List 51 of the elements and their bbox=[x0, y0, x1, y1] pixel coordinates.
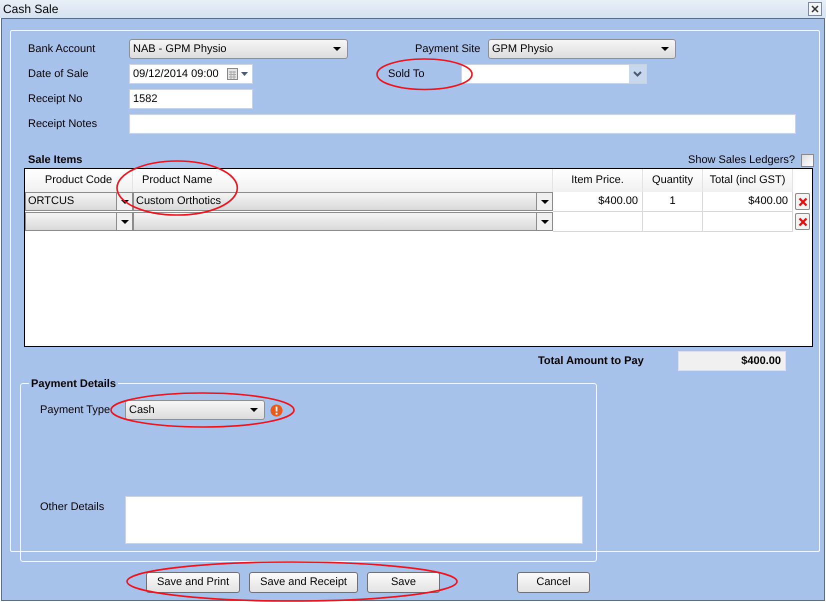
column-header[interactable]: Product Name bbox=[133, 169, 553, 192]
field-label: Receipt Notes bbox=[28, 116, 98, 132]
action-button[interactable]: Save bbox=[367, 572, 440, 593]
checkbox[interactable] bbox=[801, 154, 814, 167]
field-label: Bank Account bbox=[28, 42, 96, 57]
dropdown[interactable]: NAB - GPM Physio bbox=[129, 39, 348, 59]
field-label: Payment Type bbox=[40, 402, 112, 418]
calendar-icon[interactable] bbox=[227, 68, 249, 80]
total-label: Total Amount to Pay bbox=[538, 354, 645, 369]
dropdown-value: NAB - GPM Physio bbox=[133, 42, 227, 57]
table-cell: $400.00 bbox=[703, 192, 793, 212]
field-label: Sold To bbox=[388, 66, 426, 82]
total-field: $400.00 bbox=[678, 351, 786, 371]
checkbox-label: Show Sales Ledgers? bbox=[688, 153, 795, 168]
field-label: Payment Site bbox=[415, 42, 482, 57]
delete-button[interactable] bbox=[795, 193, 810, 210]
date-field[interactable]: 09/12/2014 09:00 bbox=[129, 64, 253, 84]
column-header[interactable]: Total (incl GST) bbox=[703, 169, 793, 192]
field-label: Receipt No bbox=[28, 92, 84, 107]
column-header[interactable]: Item Price. bbox=[553, 169, 643, 192]
dropdown[interactable]: Cash bbox=[125, 400, 265, 420]
action-button[interactable]: Save and Receipt bbox=[249, 572, 358, 593]
field-label: Date of Sale bbox=[28, 66, 90, 82]
dropdown-button[interactable] bbox=[117, 212, 133, 231]
delete-button[interactable] bbox=[795, 213, 810, 230]
delete-icon bbox=[798, 196, 808, 206]
table-cell: $400.00 bbox=[553, 192, 643, 212]
action-button[interactable]: Save and Print bbox=[146, 572, 240, 593]
dropdown-button[interactable] bbox=[537, 192, 553, 211]
date-value: 09/12/2014 09:00 bbox=[133, 66, 219, 82]
table-cell bbox=[643, 212, 703, 232]
dropdown[interactable]: ORTCUS bbox=[25, 192, 117, 211]
delete-icon bbox=[798, 216, 808, 226]
text-field[interactable] bbox=[129, 114, 796, 134]
field-label: Other Details bbox=[40, 500, 106, 515]
close-icon bbox=[811, 5, 819, 13]
dropdown[interactable]: Custom Orthotics bbox=[133, 192, 537, 211]
section-title: Sale Items bbox=[28, 153, 82, 168]
column-header[interactable]: Product Code bbox=[25, 169, 133, 192]
group-title: Payment Details bbox=[29, 376, 118, 392]
window-title: Cash Sale bbox=[3, 1, 58, 18]
text-field[interactable]: 1582 bbox=[129, 89, 253, 109]
dropdown-value: GPM Physio bbox=[492, 42, 554, 57]
close-button[interactable] bbox=[808, 2, 822, 16]
column-header[interactable]: Quantity bbox=[643, 169, 703, 192]
dropdown-button[interactable] bbox=[537, 212, 553, 231]
chevron-icon bbox=[633, 71, 642, 77]
action-button[interactable]: Cancel bbox=[517, 572, 590, 593]
combo-field[interactable] bbox=[461, 64, 647, 84]
table-cell: 1 bbox=[643, 192, 703, 212]
dropdown[interactable]: GPM Physio bbox=[488, 39, 676, 59]
